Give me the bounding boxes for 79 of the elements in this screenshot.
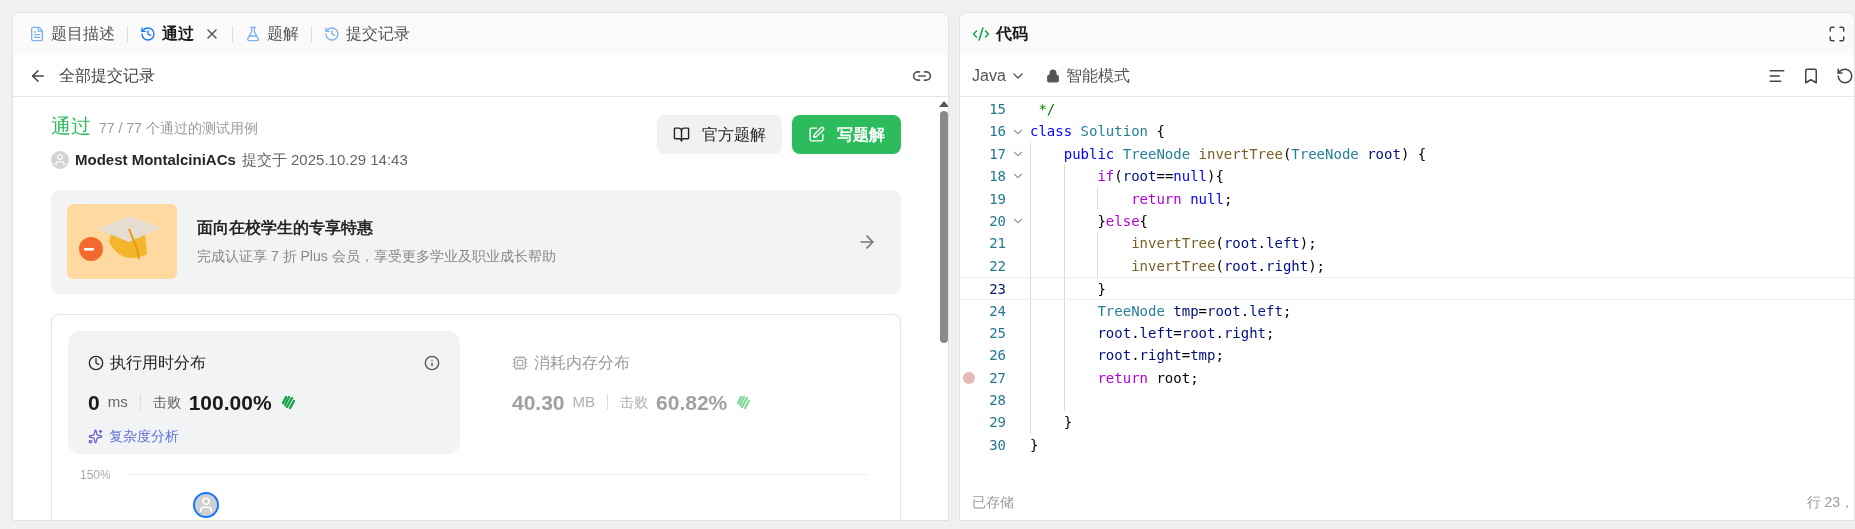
stat-unit: MB bbox=[572, 392, 596, 412]
code-line: } bbox=[1062, 414, 1073, 431]
avatar-icon bbox=[193, 491, 219, 518]
code-line: root.right=tmp; bbox=[1096, 347, 1224, 364]
stat-value: 40.30 bbox=[512, 389, 565, 416]
document-icon bbox=[29, 26, 45, 42]
tab[interactable]: 题目描述 bbox=[25, 22, 119, 46]
info-icon[interactable] bbox=[424, 354, 440, 371]
tab[interactable]: 提交记录 bbox=[320, 22, 414, 46]
edit-icon bbox=[808, 126, 825, 143]
test-case-count: 77 / 77 个通过的测试用例 bbox=[99, 119, 258, 138]
stat-title: 消耗内存分布 bbox=[534, 352, 630, 373]
axis-label: 150% bbox=[80, 466, 111, 484]
code-line: public TreeNode invertTree(TreeNode root) { bbox=[1062, 145, 1427, 162]
history-icon bbox=[324, 26, 340, 42]
code-line: */ bbox=[1037, 101, 1056, 117]
bookmark-icon[interactable] bbox=[1802, 66, 1820, 85]
promo-card[interactable]: 面向在校学生的专享特惠 完成认证享 7 折 Plus 会员，享受更多学业及职业成长帮助 bbox=[51, 189, 901, 294]
language-dropdown[interactable]: Java bbox=[972, 63, 1026, 88]
chip-icon bbox=[512, 354, 528, 371]
stat-unit: ms bbox=[107, 392, 128, 412]
tab[interactable]: 题解 bbox=[241, 22, 303, 46]
code-line: } bbox=[1096, 281, 1106, 298]
code-line: invertTree(root.left); bbox=[1130, 235, 1317, 252]
result-status: 通过 bbox=[51, 114, 91, 139]
stat-value: 0 bbox=[88, 389, 100, 416]
code-line: } bbox=[1030, 436, 1039, 453]
panel-title: 代码 bbox=[996, 24, 1028, 44]
line-number: 19 bbox=[988, 189, 1006, 209]
back-link[interactable]: 全部提交记录 bbox=[29, 63, 155, 88]
beat-label: 击败 bbox=[620, 392, 649, 412]
stat-title: 执行用时分布 bbox=[110, 352, 206, 373]
stat-card[interactable]: 执行用时分布 0 ms 击败 100.00% 复杂度分析 bbox=[68, 330, 460, 454]
line-number: 17 bbox=[988, 144, 1006, 164]
line-number: 28 bbox=[988, 391, 1006, 411]
line-number: 16 bbox=[988, 122, 1006, 142]
submission-time: 提交于 2025.10.29 14:43 bbox=[241, 150, 408, 170]
save-status: 已存储 bbox=[972, 492, 1014, 512]
line-number: 15 bbox=[988, 100, 1006, 119]
code-icon bbox=[972, 25, 990, 43]
cursor-position: 行 23， bbox=[1806, 492, 1854, 512]
reset-icon[interactable] bbox=[1836, 66, 1854, 85]
mode-label: 智能模式 bbox=[1065, 65, 1130, 86]
line-number: 22 bbox=[988, 256, 1006, 276]
line-number: 20 bbox=[988, 211, 1006, 231]
line-number: 26 bbox=[988, 346, 1006, 366]
tab[interactable]: 通过 bbox=[136, 22, 224, 46]
lock-icon bbox=[1045, 68, 1060, 83]
book-icon bbox=[673, 126, 690, 143]
line-number: 25 bbox=[988, 323, 1006, 343]
beat-percentage: 60.82% bbox=[656, 389, 728, 416]
author-name: Modest MontalciniACs bbox=[75, 150, 236, 170]
line-number: 30 bbox=[988, 435, 1006, 455]
promo-title: 面向在校学生的专享特惠 bbox=[197, 218, 374, 238]
sparkle-icon bbox=[88, 429, 103, 444]
promo-subtitle: 完成认证享 7 折 Plus 会员，享受更多学业及职业成长帮助 bbox=[197, 247, 557, 266]
line-number: 21 bbox=[988, 234, 1006, 254]
code-line: invertTree(root.right); bbox=[1130, 257, 1326, 274]
code-line: class Solution { bbox=[1030, 123, 1165, 140]
code-line: if(root==null){ bbox=[1096, 168, 1224, 185]
flask-icon bbox=[245, 26, 261, 42]
line-number: 24 bbox=[988, 301, 1006, 321]
line-number: 18 bbox=[988, 167, 1006, 187]
clock-icon bbox=[88, 354, 104, 371]
code-line: }else{ bbox=[1096, 212, 1148, 229]
beat-label: 击败 bbox=[152, 392, 181, 412]
fullscreen-icon[interactable] bbox=[1828, 25, 1846, 43]
line-number: 29 bbox=[988, 413, 1006, 433]
code-line: TreeNode tmp=root.left; bbox=[1096, 302, 1292, 319]
official-solution-button[interactable]: 官方题解 bbox=[657, 115, 782, 154]
complexity-link[interactable]: 复杂度分析 bbox=[109, 426, 179, 447]
code-line: root.left=root.right; bbox=[1096, 324, 1275, 341]
code-line: return null; bbox=[1130, 190, 1233, 207]
line-number: 27 bbox=[988, 368, 1006, 388]
history-icon bbox=[140, 26, 156, 42]
code-line: return root; bbox=[1096, 369, 1199, 386]
avatar-icon bbox=[51, 151, 69, 170]
line-number: 23 bbox=[988, 280, 1006, 299]
beat-percentage: 100.00% bbox=[188, 389, 272, 416]
